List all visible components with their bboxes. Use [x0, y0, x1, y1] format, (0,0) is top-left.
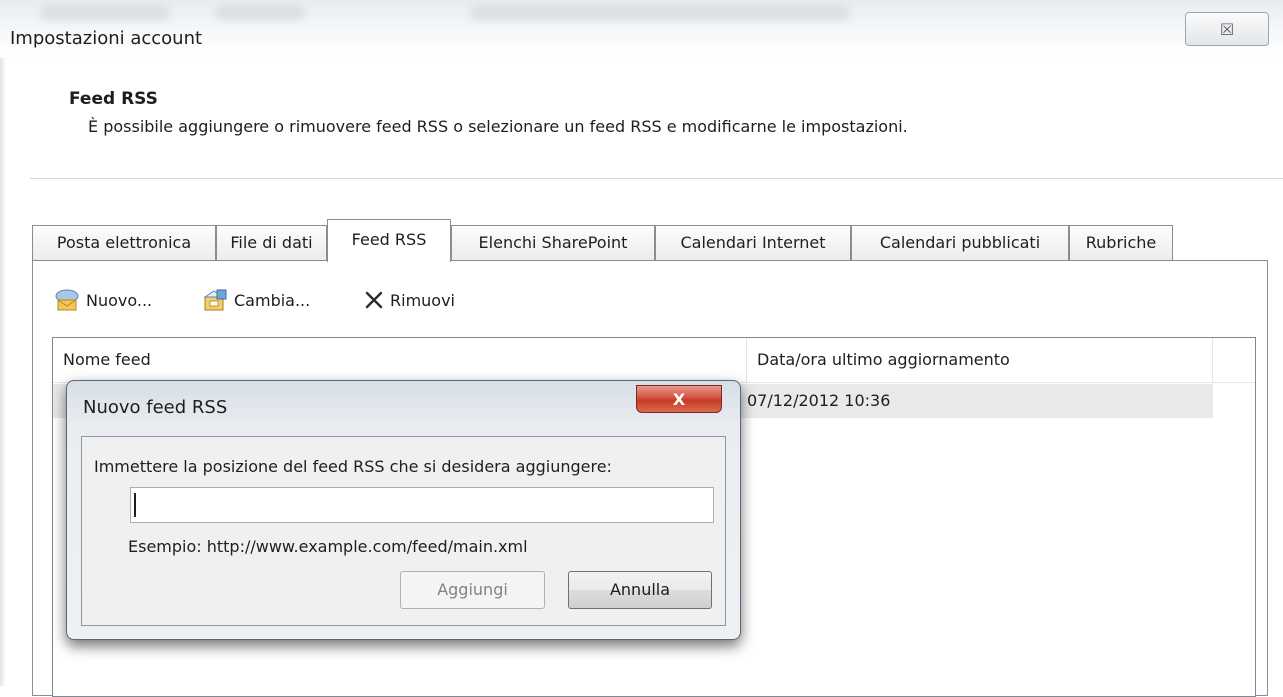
- tab-calendari-internet[interactable]: Calendari Internet: [655, 225, 851, 260]
- column-header-feed-name[interactable]: Nome feed: [53, 338, 747, 382]
- section-title: Feed RSS: [69, 89, 158, 109]
- tab-posta-elettronica[interactable]: Posta elettronica: [32, 225, 216, 260]
- column-header-last-update[interactable]: Data/ora ultimo aggiornamento: [747, 338, 1213, 382]
- remove-feed-label: Rimuovi: [390, 290, 455, 310]
- tab-calendari-pubblicati[interactable]: Calendari pubblicati: [851, 225, 1069, 260]
- new-feed-label: Nuovo...: [86, 290, 153, 310]
- cancel-button[interactable]: Annulla: [568, 571, 712, 609]
- new-feed-icon: [55, 289, 79, 311]
- close-icon: X: [672, 389, 686, 409]
- text-caret: [134, 493, 136, 517]
- window-left-edge: [0, 58, 6, 686]
- dialog-body: Immettere la posizione del feed RSS che …: [81, 436, 726, 626]
- add-button[interactable]: Aggiungi: [400, 571, 545, 609]
- tab-feed-rss[interactable]: Feed RSS: [327, 219, 451, 262]
- new-feed-button[interactable]: Nuovo...: [54, 286, 152, 314]
- dialog-title: Nuovo feed RSS: [83, 397, 228, 418]
- window-close-button[interactable]: ☒: [1185, 12, 1269, 46]
- section-description: È possibile aggiungere o rimuovere feed …: [88, 117, 908, 136]
- close-icon: ☒: [1219, 19, 1235, 39]
- dialog-close-button[interactable]: X: [636, 385, 722, 413]
- tab-rubriche[interactable]: Rubriche: [1069, 225, 1173, 260]
- change-feed-label: Cambia...: [234, 290, 311, 310]
- remove-x-icon: [365, 291, 383, 309]
- tab-file-di-dati[interactable]: File di dati: [216, 225, 327, 260]
- remove-feed-button[interactable]: Rimuovi: [364, 286, 455, 314]
- tab-elenchi-sharepoint[interactable]: Elenchi SharePoint: [451, 225, 655, 260]
- new-rss-feed-dialog: Nuovo feed RSS X Immettere la posizione …: [66, 380, 741, 640]
- change-feed-button[interactable]: Cambia...: [202, 286, 310, 314]
- titlebar-blur: [470, 6, 850, 20]
- feed-location-label: Immettere la posizione del feed RSS che …: [94, 457, 612, 476]
- header-separator: [30, 178, 1283, 179]
- feed-list-header: Nome feed Data/ora ultimo aggiornamento: [53, 338, 1255, 383]
- change-feed-icon: [203, 289, 227, 311]
- feed-url-input[interactable]: [130, 487, 714, 523]
- window-title: Impostazioni account: [10, 28, 203, 49]
- last-update-cell: 07/12/2012 10:36: [747, 391, 891, 410]
- titlebar-blur: [40, 6, 170, 20]
- example-hint: Esempio: http://www.example.com/feed/mai…: [128, 537, 528, 556]
- titlebar-blur: [215, 6, 305, 20]
